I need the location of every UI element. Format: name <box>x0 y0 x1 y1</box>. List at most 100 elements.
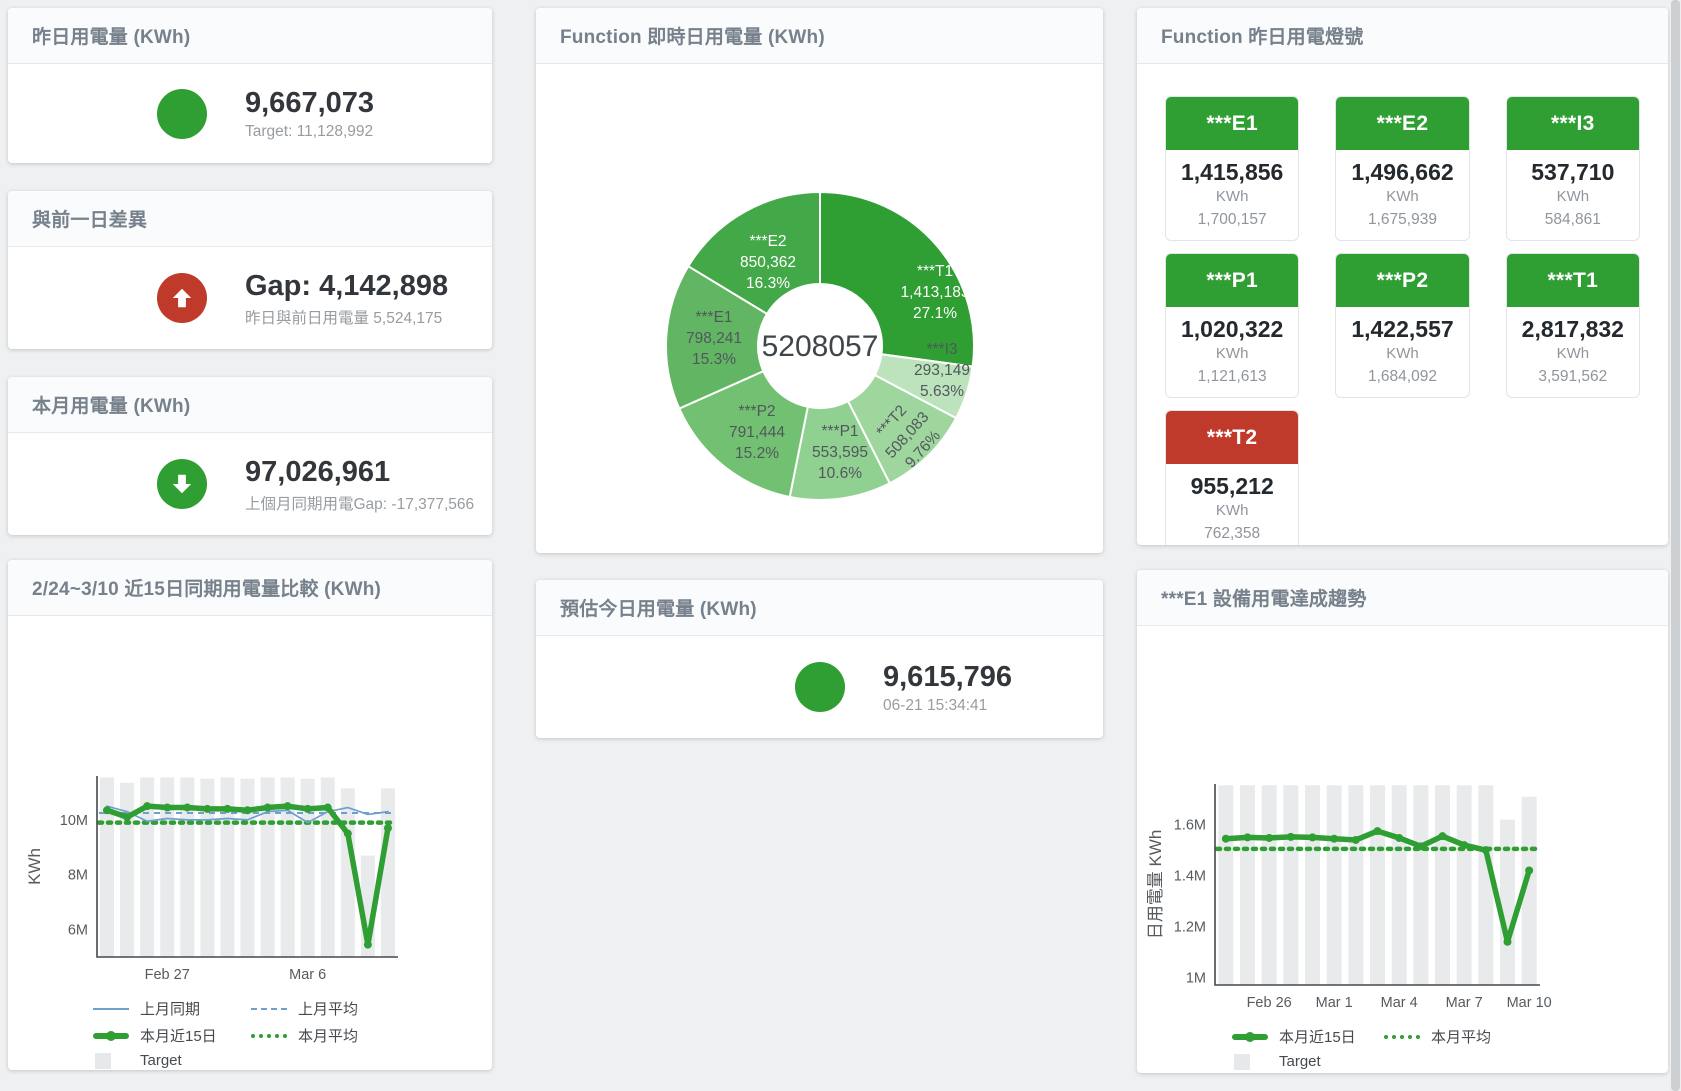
tile-header: ***T1 <box>1507 254 1639 307</box>
card-realtime-donut: Function 即時日用電量 (KWh) ***T11,413,18327.1… <box>536 8 1103 553</box>
stat-subtext: 上個月同期用電Gap: -17,377,566 <box>245 492 474 514</box>
stat-subtext: Target: 11,128,992 <box>245 123 374 141</box>
card-header: 與前一日差異 <box>8 191 492 247</box>
legend-label: Target <box>1279 1053 1321 1070</box>
status-circle-green <box>795 662 845 712</box>
legend-label: 本月平均 <box>1431 1026 1491 1047</box>
card-header: Function 昨日用電燈號 <box>1137 8 1668 64</box>
gray-square-swatch <box>95 1053 111 1069</box>
stat-body: 9,667,073 Target: 11,128,992 <box>8 64 492 163</box>
stat-body: 9,615,796 06-21 15:34:41 <box>536 636 1103 738</box>
tile-unit: KWh <box>1507 342 1639 365</box>
tile-target: 3,591,562 <box>1507 365 1639 397</box>
legend-label: 上月平均 <box>298 998 358 1019</box>
stat-value: 9,615,796 <box>883 660 1012 694</box>
svg-text:1.4M: 1.4M <box>1174 869 1206 885</box>
legend-item-this-month-avg[interactable]: 本月平均 <box>251 1025 492 1046</box>
tile-value: 955,212 <box>1166 473 1298 499</box>
green-line-swatch <box>93 1033 129 1039</box>
tile-header: ***P1 <box>1166 254 1298 307</box>
svg-text:Mar 10: Mar 10 <box>1507 995 1552 1011</box>
card-day-gap: 與前一日差異 Gap: 4,142,898 昨日與前日用電量 5,524,175 <box>8 191 492 349</box>
card-header: Function 即時日用電量 (KWh) <box>536 8 1103 64</box>
stat-body: Gap: 4,142,898 昨日與前日用電量 5,524,175 <box>8 247 492 349</box>
compare-line-chart: 6M8M10MFeb 27Mar 6KWh <box>8 616 492 988</box>
svg-text:1M: 1M <box>1186 970 1206 986</box>
card-header: 昨日用電量 (KWh) <box>8 8 492 64</box>
svg-text:Feb 27: Feb 27 <box>145 967 190 983</box>
tile-target: 1,684,092 <box>1336 365 1468 397</box>
card-title: 預估今日用電量 (KWh) <box>560 594 757 621</box>
card-header: ***E1 設備用電達成趨勢 <box>1137 570 1668 626</box>
card-yesterday-usage: 昨日用電量 (KWh) 9,667,073 Target: 11,128,992 <box>8 8 492 163</box>
svg-text:Mar 7: Mar 7 <box>1446 995 1483 1011</box>
svg-text:1.6M: 1.6M <box>1174 818 1206 834</box>
green-line-swatch <box>1232 1034 1268 1040</box>
legend-item-last-month[interactable]: 上月同期 <box>93 998 251 1019</box>
stat-body: 97,026,961 上個月同期用電Gap: -17,377,566 <box>8 433 492 535</box>
card-15day-compare-chart: 2/24~3/10 近15日同期用電量比較 (KWh) 6M8M10MFeb 2… <box>8 560 492 1070</box>
tile-target: 1,121,613 <box>1166 365 1298 397</box>
card-title: Function 即時日用電量 (KWh) <box>560 22 825 49</box>
tile-header: ***T2 <box>1166 411 1298 464</box>
tile-target: 584,861 <box>1507 208 1639 240</box>
svg-text:Feb 26: Feb 26 <box>1247 995 1292 1011</box>
trend-line-chart: 1M1.2M1.4M1.6MFeb 26Mar 1Mar 4Mar 7Mar 1… <box>1137 626 1668 1016</box>
legend-label: 上月同期 <box>140 998 200 1019</box>
stat-subtext: 昨日與前日用電量 5,524,175 <box>245 306 448 328</box>
tile-header: ***E2 <box>1336 97 1468 150</box>
stat-value: Gap: 4,142,898 <box>245 269 448 303</box>
tile-value: 2,817,832 <box>1507 316 1639 342</box>
compare-legend: 上月同期 上月平均 本月近15日 本月平均 Target <box>93 998 492 1069</box>
tile-E2: ***E2 1,496,662 KWh 1,675,939 <box>1335 96 1469 241</box>
tile-value: 537,710 <box>1507 159 1639 185</box>
card-month-usage: 本月用電量 (KWh) 97,026,961 上個月同期用電Gap: -17,3… <box>8 377 492 535</box>
legend-item-last-month-avg[interactable]: 上月平均 <box>251 998 492 1019</box>
tile-target: 762,358 <box>1166 522 1298 545</box>
svg-text:1.2M: 1.2M <box>1174 919 1206 935</box>
card-title: 本月用電量 (KWh) <box>32 391 190 418</box>
scrollbar-thumb[interactable] <box>1671 0 1680 1091</box>
card-title: 2/24~3/10 近15日同期用電量比較 (KWh) <box>32 574 381 601</box>
tile-header: ***E1 <box>1166 97 1298 150</box>
tile-header: ***P2 <box>1336 254 1468 307</box>
blue-dash-swatch <box>251 1008 287 1010</box>
card-header: 預估今日用電量 (KWh) <box>536 580 1103 636</box>
status-circle-green <box>157 89 207 139</box>
svg-text:Mar 6: Mar 6 <box>289 967 326 983</box>
tile-unit: KWh <box>1507 185 1639 208</box>
tile-value: 1,496,662 <box>1336 159 1468 185</box>
tile-value: 1,020,322 <box>1166 316 1298 342</box>
green-dot-swatch <box>1384 1035 1420 1039</box>
svg-text:6M: 6M <box>68 923 88 939</box>
card-header: 2/24~3/10 近15日同期用電量比較 (KWh) <box>8 560 492 616</box>
tile-target: 1,675,939 <box>1336 208 1468 240</box>
legend-label: 本月平均 <box>298 1025 358 1046</box>
green-dot-swatch <box>251 1034 287 1038</box>
legend-item-target[interactable]: Target <box>93 1052 251 1069</box>
tile-target: 1,700,157 <box>1166 208 1298 240</box>
tile-T1: ***T1 2,817,832 KWh 3,591,562 <box>1506 253 1640 398</box>
gray-square-swatch <box>1234 1054 1250 1070</box>
legend-item-this-month[interactable]: 本月近15日 <box>1232 1026 1384 1047</box>
tile-unit: KWh <box>1166 185 1298 208</box>
card-title: Function 昨日用電燈號 <box>1161 22 1363 49</box>
svg-text:5208057: 5208057 <box>762 330 879 363</box>
legend-item-this-month-avg[interactable]: 本月平均 <box>1384 1026 1668 1047</box>
legend-item-this-month[interactable]: 本月近15日 <box>93 1025 251 1046</box>
tile-E1: ***E1 1,415,856 KWh 1,700,157 <box>1165 96 1299 241</box>
tile-unit: KWh <box>1166 499 1298 522</box>
card-title: 與前一日差異 <box>32 205 147 232</box>
tile-unit: KWh <box>1336 185 1468 208</box>
card-e1-trend-chart: ***E1 設備用電達成趨勢 1M 1.2M 1.4M 1.6M Feb 26 Mar 1… <box>1137 570 1668 1073</box>
tile-value: 1,415,856 <box>1166 159 1298 185</box>
tile-T2: ***T2 955,212 KWh 762,358 <box>1165 410 1299 545</box>
legend-item-target[interactable]: Target <box>1232 1053 1384 1070</box>
stat-text: 9,615,796 06-21 15:34:41 <box>883 660 1012 715</box>
card-title: 昨日用電量 (KWh) <box>32 22 190 49</box>
stat-text: Gap: 4,142,898 昨日與前日用電量 5,524,175 <box>245 269 448 328</box>
tile-unit: KWh <box>1336 342 1468 365</box>
legend-label: 本月近15日 <box>1279 1026 1356 1047</box>
stat-value: 97,026,961 <box>245 455 474 489</box>
svg-text:Mar 1: Mar 1 <box>1316 995 1353 1011</box>
